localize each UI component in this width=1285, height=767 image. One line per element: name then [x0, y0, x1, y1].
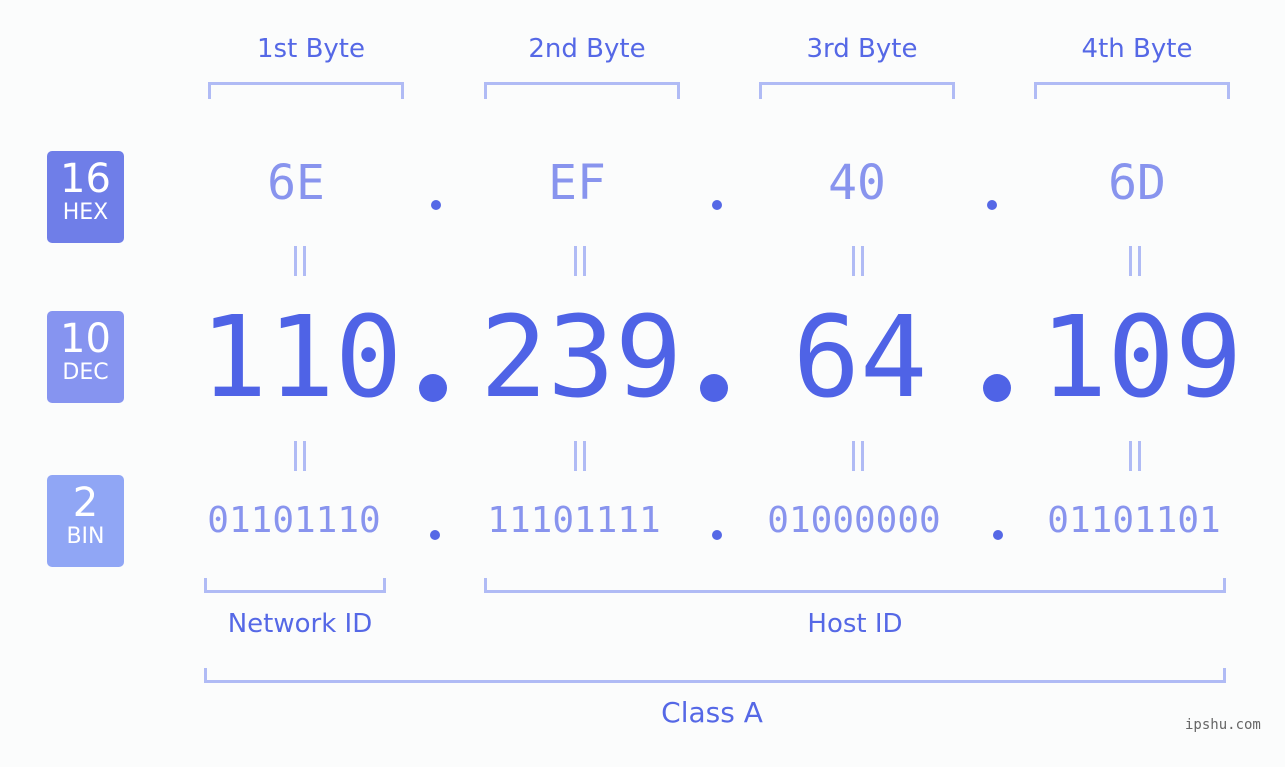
- equals-icon: [838, 441, 878, 479]
- network-id-label: Network ID: [227, 609, 373, 639]
- dec-dot-3: [983, 374, 1011, 402]
- bin-dot-3: [993, 530, 1003, 540]
- header-byte-1: 1st Byte: [257, 34, 365, 64]
- network-id-bracket: [204, 578, 386, 593]
- dec-base: 10: [60, 316, 111, 362]
- bin-base: 2: [72, 480, 99, 526]
- bin-dot-1: [430, 530, 440, 540]
- bin-byte-1: 01101110: [207, 500, 381, 541]
- hex-base: 16: [60, 156, 111, 202]
- watermark: ipshu.com: [1185, 717, 1261, 733]
- hex-dot-2: [712, 200, 722, 210]
- byte-1-bracket: [208, 82, 404, 99]
- bin-dot-2: [712, 530, 722, 540]
- byte-2-bracket: [484, 82, 680, 99]
- bin-byte-2: 11101111: [487, 500, 661, 541]
- header-byte-2: 2nd Byte: [528, 34, 646, 64]
- equals-icon: [1115, 441, 1155, 479]
- hex-byte-3: 40: [828, 155, 886, 211]
- dec-byte-4: 109: [1040, 293, 1243, 423]
- hex-byte-4: 6D: [1108, 155, 1166, 211]
- equals-icon: [280, 246, 320, 284]
- hex-dot-3: [987, 200, 997, 210]
- dec-label: DEC: [62, 360, 109, 385]
- bin-byte-3: 01000000: [767, 500, 941, 541]
- header-byte-4: 4th Byte: [1081, 34, 1193, 64]
- equals-icon: [560, 246, 600, 284]
- byte-3-bracket: [759, 82, 955, 99]
- class-bracket: [204, 668, 1226, 683]
- equals-icon: [560, 441, 600, 479]
- equals-icon: [838, 246, 878, 284]
- byte-4-bracket: [1034, 82, 1230, 99]
- dec-dot-2: [700, 374, 728, 402]
- bin-byte-4: 01101101: [1047, 500, 1221, 541]
- equals-icon: [280, 441, 320, 479]
- bin-badge: 2 BIN: [47, 475, 124, 567]
- dec-byte-1: 110: [200, 293, 403, 423]
- class-label: Class A: [661, 696, 763, 729]
- bin-label: BIN: [66, 524, 105, 549]
- dec-dot-1: [419, 374, 447, 402]
- dec-byte-2: 239: [480, 293, 683, 423]
- dec-byte-3: 64: [792, 293, 928, 423]
- hex-label: HEX: [62, 200, 109, 225]
- hex-byte-1: 6E: [267, 155, 325, 211]
- header-byte-3: 3rd Byte: [806, 34, 918, 64]
- hex-byte-2: EF: [548, 155, 606, 211]
- hex-badge: 16 HEX: [47, 151, 124, 243]
- host-id-bracket: [484, 578, 1226, 593]
- equals-icon: [1115, 246, 1155, 284]
- dec-badge: 10 DEC: [47, 311, 124, 403]
- hex-dot-1: [431, 200, 441, 210]
- host-id-label: Host ID: [807, 609, 903, 639]
